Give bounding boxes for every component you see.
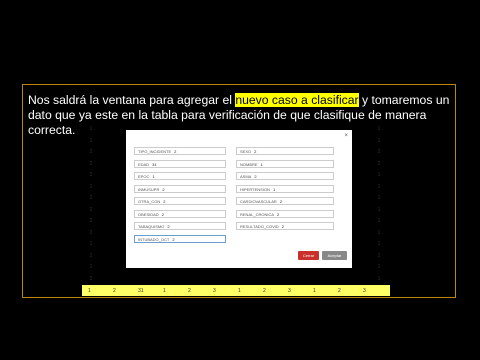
table-cell: 2 (188, 288, 191, 294)
table-cell: 3 (288, 288, 291, 294)
table-cell-left: 2 (89, 206, 93, 213)
table-cell-left: 1 (89, 183, 93, 190)
field-value: 1 (152, 174, 155, 179)
field-cardiovascular[interactable]: CARDIOVASCULAR 2 (236, 197, 334, 205)
close-icon[interactable]: × (344, 133, 348, 139)
table-cell: 1 (313, 288, 316, 294)
field-label: EDAD (138, 161, 150, 167)
caption-highlight: nuevo caso a clasificar (235, 93, 359, 107)
table-cell: 2 (338, 288, 341, 294)
field-value: 2 (174, 149, 177, 154)
field-label: NOMBRE (240, 161, 258, 167)
table-cell-right: 1 (377, 206, 381, 213)
table-cell-right: 1 (377, 137, 381, 144)
highlighted-table-row[interactable]: 1 2 31 1 2 3 1 2 3 1 2 3 (82, 285, 390, 296)
table-cell-left: 1 (89, 252, 93, 259)
field-label: SEXO (240, 149, 252, 154)
field-value: 2 (254, 149, 257, 154)
field-epoc[interactable]: EPOC 1 (134, 172, 226, 180)
field-label: TIPO_INCIDENTE (138, 149, 172, 154)
field-value: 2 (279, 199, 283, 204)
field-label: RENAL_CRONICA (240, 211, 275, 217)
cancel-button[interactable]: Cerrar (298, 251, 319, 260)
table-cell: 1 (88, 288, 91, 294)
field-value: 2 (277, 211, 280, 217)
field-value: 2 (162, 186, 165, 192)
field-value: 1 (272, 186, 276, 192)
field-label: CARDIOVASCULAR (240, 199, 277, 204)
table-cell-right: 1 (377, 275, 381, 282)
field-value: 1 (260, 161, 263, 167)
table-cell: 2 (263, 288, 266, 294)
field-value: 2 (163, 199, 166, 204)
field-value: 31 (152, 161, 157, 167)
table-cell-right: 1 (377, 172, 381, 178)
field-label: EPOC (138, 174, 150, 179)
table-cell-left: 2 (89, 160, 93, 167)
field-obesidad[interactable]: OBESIDAD 2 (134, 209, 226, 218)
field-value: 2 (254, 174, 257, 179)
table-cell-left: 1 (89, 137, 93, 144)
table-cell-right: 1 (377, 241, 381, 247)
accept-button[interactable]: Aceptar (322, 251, 347, 260)
field-otra-con[interactable]: OTRA_CON 2 (134, 197, 226, 205)
table-cell-left: 2 (89, 275, 93, 282)
field-label: RESULTADO_COVID (240, 224, 279, 229)
table-cell: 2 (113, 288, 116, 294)
field-label: ASMA (240, 174, 252, 179)
field-asma[interactable]: ASMA 2 (236, 172, 334, 180)
field-value: 2 (161, 211, 164, 217)
table-cell-right: 2 (377, 160, 381, 167)
table-cell-left: 1 (89, 126, 93, 132)
field-value: 2 (167, 224, 170, 229)
field-tabaquismo[interactable]: TABAQUISMO 2 (134, 222, 226, 230)
field-label: INTUBADO_OCT (138, 236, 170, 242)
caption-before: Nos saldrá la ventana para agregar el (28, 93, 236, 107)
new-case-dialog: × TIPO_INCIDENTE 2 SEXO 2 EDAD 31 NOMBRE 1 EPOC 1… (126, 130, 352, 268)
table-cell: 3 (363, 288, 366, 294)
field-label: INMUSUPR (138, 186, 160, 192)
field-intubado-oct[interactable]: INTUBADO_OCT 2 (134, 234, 226, 243)
field-value: 2 (281, 224, 284, 229)
field-label: OBESIDAD (138, 211, 159, 217)
table-cell: 1 (238, 288, 241, 294)
field-renal-cronica[interactable]: RENAL_CRONICA 2 (236, 209, 334, 218)
table-cell-right: 1 (377, 183, 381, 190)
field-label: TABAQUISMO (138, 224, 165, 229)
table-cell-left: 1 (89, 241, 93, 247)
field-hipertension[interactable]: HIPERTENSION 1 (236, 184, 334, 193)
table-cell-right: 1 (377, 218, 381, 224)
table-cell: 31 (138, 288, 144, 294)
table-cell-left: 2 (89, 195, 93, 201)
table-cell: 3 (213, 288, 216, 294)
table-cell: 1 (163, 288, 166, 294)
table-cell-left: 1 (89, 264, 93, 270)
table-cell-right: 1 (377, 252, 381, 259)
field-value: 2 (172, 236, 175, 242)
field-inmusupr[interactable]: INMUSUPR 2 (134, 184, 226, 193)
table-cell-right: 2 (377, 149, 381, 155)
table-cell-left: 2 (89, 229, 93, 236)
field-edad[interactable]: EDAD 31 (134, 159, 226, 168)
table-cell-right: 1 (377, 229, 381, 236)
field-nombre[interactable]: NOMBRE 1 (236, 159, 334, 168)
field-resultado-covid[interactable]: RESULTADO_COVID 2 (236, 222, 334, 230)
field-sexo[interactable]: SEXO 2 (236, 147, 334, 155)
table-cell-right: 1 (377, 264, 381, 270)
field-label: OTRA_CON (138, 199, 161, 204)
field-label: HIPERTENSION (240, 186, 270, 192)
table-cell-right: 1 (377, 195, 381, 201)
table-cell-left: 2 (89, 218, 93, 224)
field-tipo-incidente[interactable]: TIPO_INCIDENTE 2 (134, 147, 226, 155)
table-cell-left: 2 (89, 172, 93, 178)
table-cell-right: 1 (377, 126, 381, 132)
table-cell-left: 2 (89, 149, 93, 155)
